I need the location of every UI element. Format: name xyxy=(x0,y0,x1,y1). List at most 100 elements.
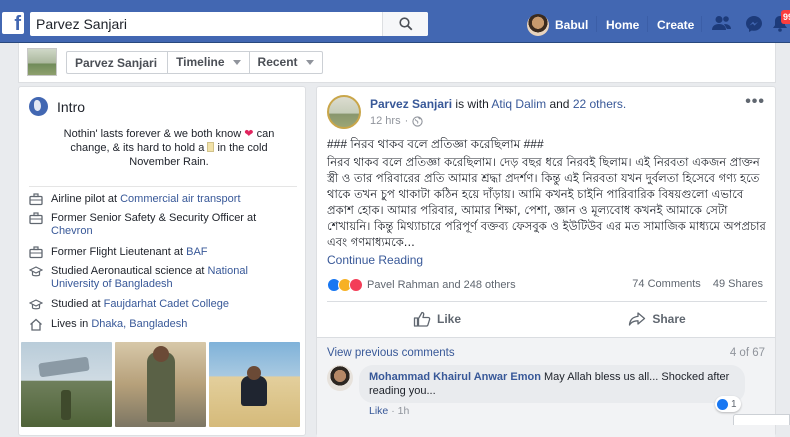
comments-section: View previous comments 4 of 67 Mohammad … xyxy=(317,338,775,437)
comment-reaction-badge[interactable]: 1 xyxy=(715,396,741,412)
tagged-friend-link[interactable]: Atiq Dalim xyxy=(491,97,546,111)
divider xyxy=(327,301,767,302)
graduation-cap-icon xyxy=(29,266,43,277)
profile-thumbnail[interactable] xyxy=(27,48,57,76)
briefcase-icon xyxy=(29,246,43,259)
timeline-dropdown[interactable]: Timeline xyxy=(167,52,248,73)
search-input[interactable] xyxy=(30,12,390,36)
chevron-down-icon xyxy=(305,60,314,66)
intro-item-text: Studied Aeronautical science at xyxy=(51,265,208,277)
create-link[interactable]: Create xyxy=(657,18,694,32)
friend-requests-icon[interactable] xyxy=(712,15,732,31)
intro-item-link[interactable]: BAF xyxy=(186,246,207,258)
recent-dropdown[interactable]: Recent xyxy=(248,52,322,73)
share-label: Share xyxy=(652,312,686,326)
nav-profile-link[interactable]: Babul xyxy=(527,14,588,36)
messenger-icon[interactable] xyxy=(745,15,763,33)
search-icon xyxy=(399,17,413,31)
and-text: and xyxy=(549,97,570,111)
intro-item-text: Airline pilot at xyxy=(51,193,121,205)
like-reaction-icon xyxy=(717,398,728,410)
photo-thumbnail[interactable] xyxy=(115,342,206,427)
view-previous-comments-link[interactable]: View previous comments xyxy=(327,347,455,359)
intro-item-link[interactable]: Dhaka, Bangladesh xyxy=(91,318,187,330)
intro-card: Intro Nothin' lasts forever & we both kn… xyxy=(18,86,306,436)
briefcase-icon xyxy=(29,212,43,225)
jet-shape xyxy=(38,356,90,378)
like-label: Like xyxy=(436,312,461,326)
avatar[interactable] xyxy=(327,95,361,129)
intro-item-location: Lives in Dhaka, Bangladesh xyxy=(29,318,299,331)
briefcase-icon xyxy=(29,193,43,206)
search-button[interactable] xyxy=(382,12,428,36)
chat-sidebar-tab[interactable] xyxy=(733,414,790,425)
avatar xyxy=(527,14,549,36)
profile-sticky-header: Parvez Sanjari Timeline Recent xyxy=(18,43,776,83)
love-reaction-icon xyxy=(349,278,363,292)
thumbs-up-icon xyxy=(413,311,431,327)
share-arrow-icon xyxy=(629,312,646,326)
tagged-others-link[interactable]: 22 others. xyxy=(573,97,626,111)
comment-reaction-count: 1 xyxy=(731,398,737,410)
glass-emoji-icon xyxy=(207,142,215,152)
person-shape xyxy=(61,390,71,420)
comment-like-link[interactable]: Like xyxy=(369,405,388,417)
post-actions: Like Share xyxy=(327,303,767,335)
like-button[interactable]: Like xyxy=(327,303,547,335)
notification-badge: 99 xyxy=(781,10,790,24)
graduation-cap-icon xyxy=(29,299,43,310)
engagement-counts: 74 Comments 49 Shares xyxy=(623,278,763,290)
facebook-logo[interactable]: f xyxy=(2,12,24,34)
head-shape xyxy=(247,366,261,380)
comment-meta: Like · 1h xyxy=(369,405,409,417)
post-time[interactable]: 12 hrs xyxy=(370,115,401,127)
comments-count-link[interactable]: 74 Comments xyxy=(632,278,700,290)
photo-thumbnail[interactable] xyxy=(21,342,112,427)
shares-count-link[interactable]: 49 Shares xyxy=(713,278,763,290)
intro-title: Intro xyxy=(57,98,86,115)
continue-reading-link[interactable]: Continue Reading xyxy=(327,253,423,267)
intro-item-work-3: Former Flight Lieutenant at BAF xyxy=(29,246,299,259)
meta-separator: · xyxy=(404,115,409,127)
bio-text-1: Nothin' lasts forever & we both know xyxy=(63,128,242,140)
comment-author-link[interactable]: Mohammad Khairul Anwar Emon xyxy=(369,371,541,383)
intro-item-work-1: Airline pilot at Commercial air transpor… xyxy=(29,193,299,206)
person-shape xyxy=(241,376,267,406)
post-card: Parvez Sanjari is with Atiq Dalim and 22… xyxy=(316,86,776,437)
intro-header: Intro xyxy=(29,97,85,116)
comment-bubble: Mohammad Khairul Anwar Emon May Allah bl… xyxy=(359,365,745,403)
intro-item-text: Former Senior Safety & Security Officer … xyxy=(51,212,257,224)
post-options-icon[interactable]: ••• xyxy=(745,93,765,111)
intro-item-link[interactable]: Chevron xyxy=(51,225,93,237)
comment-position: 4 of 67 xyxy=(729,347,765,359)
intro-item-text: Former Flight Lieutenant at xyxy=(51,246,187,258)
chevron-down-icon xyxy=(232,60,241,66)
nav-divider xyxy=(701,16,702,32)
person-shape xyxy=(147,352,175,422)
comment-time[interactable]: 1h xyxy=(398,405,410,417)
post-headline: ### নিরব থাকব বলে প্রতিজ্ঞা করেছিলাম ### xyxy=(327,137,544,151)
search-box xyxy=(30,12,428,36)
profile-name-link[interactable]: Parvez Sanjari xyxy=(67,56,167,70)
public-globe-icon[interactable] xyxy=(412,115,423,127)
home-link[interactable]: Home xyxy=(606,18,639,32)
reactions-summary[interactable]: Pavel Rahman and 248 others xyxy=(327,278,516,292)
profile-nav: Parvez Sanjari Timeline Recent xyxy=(66,51,323,74)
timeline-label: Timeline xyxy=(176,55,225,69)
with-text: is with xyxy=(455,97,489,111)
intro-item-link[interactable]: Commercial air transport xyxy=(120,193,240,205)
photo-thumbnail[interactable] xyxy=(209,342,300,427)
share-button[interactable]: Share xyxy=(547,303,767,335)
nav-user-name: Babul xyxy=(555,18,589,32)
photo-grid xyxy=(21,342,300,427)
head-shape xyxy=(153,346,169,362)
intro-item-education-2: Studied at Faujdarhat Cadet College xyxy=(29,298,299,311)
post-author-link[interactable]: Parvez Sanjari xyxy=(370,97,452,111)
post-body-text: নিরব থাকব বলে প্রতিজ্ঞা করেছিলাম। দেড় ব… xyxy=(327,155,766,249)
avatar[interactable] xyxy=(327,365,353,391)
intro-item-link[interactable]: Faujdarhat Cadet College xyxy=(104,298,229,310)
intro-item-work-2: Former Senior Safety & Security Officer … xyxy=(29,212,299,238)
intro-item-text: Lives in xyxy=(51,318,92,330)
heart-emoji-icon: ❤ xyxy=(244,128,254,140)
meta-separator: · xyxy=(391,405,395,417)
